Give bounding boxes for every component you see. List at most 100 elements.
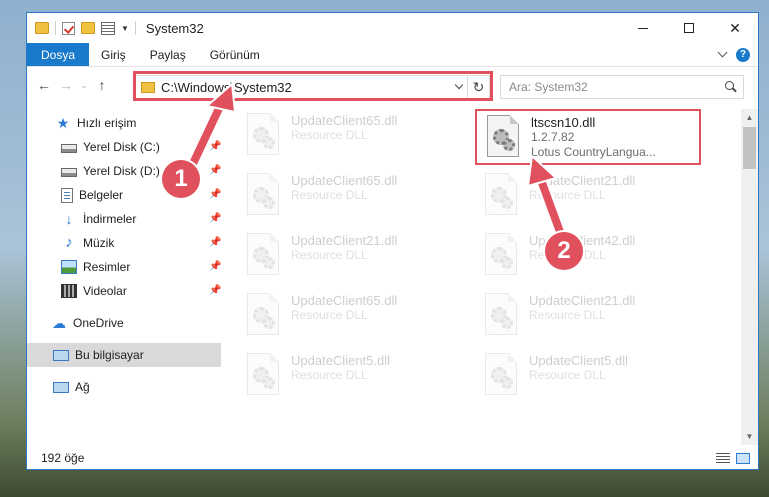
view-buttons: [716, 452, 758, 464]
search-input[interactable]: Ara: System32: [500, 75, 744, 99]
window-controls: ✕: [620, 13, 758, 43]
step-1-badge: 1: [162, 160, 200, 198]
scroll-up-arrow-icon[interactable]: ▲: [741, 109, 758, 126]
file-tile[interactable]: UpdateClient21.dll Resource DLL: [237, 229, 463, 285]
pin-icon[interactable]: 📌: [209, 285, 221, 297]
title-bar: ▼ System32 ✕: [27, 13, 758, 43]
minimize-button[interactable]: [620, 13, 666, 43]
file-tile[interactable]: UpdateClient42.dllResource DLL: [475, 229, 701, 285]
dll-file-icon: [243, 293, 283, 339]
scrollbar-thumb[interactable]: [743, 127, 756, 169]
pin-icon[interactable]: 📌: [209, 141, 221, 153]
sidebar-item-label: Videolar: [83, 284, 127, 298]
sidebar-item-label: Resimler: [83, 260, 131, 274]
sidebar-item-quick-access[interactable]: ★ Hızlı erişim: [55, 111, 221, 135]
item-count: 192 öğe: [41, 451, 85, 465]
sidebar-item-label: OneDrive: [73, 316, 124, 330]
dll-file-icon: [243, 233, 283, 279]
pictures-icon: [61, 260, 77, 274]
file-tile[interactable]: UpdateClient5.dll Resource DLL: [237, 349, 463, 405]
maximize-icon: [684, 23, 694, 33]
file-type: Resource DLL: [529, 368, 606, 382]
music-icon: ♪: [65, 234, 73, 251]
sidebar-item-local-disk-c[interactable]: Yerel Disk (C:) 📌: [61, 135, 221, 159]
sidebar-item-label: Hızlı erişim: [77, 116, 137, 130]
properties-icon[interactable]: [101, 21, 115, 35]
pin-icon[interactable]: 📌: [209, 261, 221, 273]
file-name: UpdateClient65.dll: [291, 113, 398, 128]
scroll-down-arrow-icon[interactable]: ▼: [741, 428, 758, 445]
tab-home[interactable]: Giriş: [89, 43, 138, 66]
sidebar-item-network[interactable]: Ağ: [53, 375, 221, 399]
customize-toolbar-arrow-icon[interactable]: ▼: [121, 24, 129, 33]
file-tile-ltscsn10[interactable]: ltscsn10.dll 1.2.7.82 Lotus CountryLangua.…: [475, 109, 701, 165]
file-name: UpdateClient65.dll: [291, 293, 398, 308]
star-icon: ★: [56, 115, 70, 131]
dll-file-icon: [243, 173, 283, 219]
vertical-scrollbar[interactable]: ▲ ▼: [741, 109, 758, 445]
new-folder-icon[interactable]: [81, 22, 95, 34]
dll-file-icon: [481, 173, 521, 219]
search-icon[interactable]: [719, 76, 743, 98]
expand-ribbon-chevron-icon[interactable]: [717, 47, 728, 58]
ribbon-right-controls: ?: [717, 43, 758, 66]
toolbar-divider: [55, 21, 56, 35]
download-icon: ↓: [65, 211, 73, 227]
back-arrow-icon[interactable]: ←: [33, 74, 55, 96]
file-tile[interactable]: UpdateClient65.dll Resource DLL: [237, 109, 463, 165]
sidebar-item-label: Yerel Disk (C:): [83, 140, 160, 154]
file-type: Resource DLL: [291, 188, 368, 202]
sidebar-item-videos[interactable]: Videolar 📌: [61, 279, 221, 303]
file-name: UpdateClient65.dll: [291, 173, 398, 188]
dll-file-icon: [483, 115, 523, 161]
file-name: UpdateClient21.dll: [291, 233, 398, 248]
pin-icon[interactable]: 📌: [209, 165, 221, 177]
forward-arrow-icon[interactable]: →: [55, 74, 77, 96]
tab-file[interactable]: Dosya: [27, 43, 90, 66]
help-icon[interactable]: ?: [736, 47, 750, 62]
properties-check-icon[interactable]: [62, 21, 75, 35]
close-button[interactable]: ✕: [712, 13, 758, 43]
sidebar-item-music[interactable]: ♪ Müzik 📌: [61, 231, 221, 255]
ribbon-tabs: Dosya Giriş Paylaş Görünüm ?: [27, 43, 758, 67]
minimize-icon: [638, 27, 648, 29]
tiles-view-icon[interactable]: [736, 452, 750, 464]
tab-view[interactable]: Görünüm: [198, 43, 272, 66]
file-tile[interactable]: UpdateClient65.dll Resource DLL: [237, 289, 463, 345]
quick-access-toolbar: ▼: [27, 21, 136, 35]
file-type: Resource DLL: [529, 308, 606, 322]
sidebar-item-pictures[interactable]: Resimler 📌: [61, 255, 221, 279]
sidebar-item-downloads[interactable]: ↓ İndirmeler 📌: [61, 207, 222, 231]
dll-file-icon: [481, 293, 521, 339]
up-arrow-icon[interactable]: ↑: [91, 74, 113, 96]
dll-file-icon: [481, 353, 521, 399]
file-tile[interactable]: UpdateClient21.dll Resource DLL: [475, 169, 701, 225]
sidebar-item-label: Müzik: [83, 236, 115, 250]
folder-icon[interactable]: [35, 22, 49, 34]
status-bar: 192 öğe: [27, 447, 758, 469]
file-tile[interactable]: UpdateClient65.dll Resource DLL: [237, 169, 463, 225]
maximize-button[interactable]: [666, 13, 712, 43]
dll-file-icon: [243, 113, 283, 159]
pin-icon[interactable]: 📌: [209, 237, 221, 249]
pin-icon[interactable]: 📌: [209, 213, 221, 225]
close-icon: ✕: [729, 19, 741, 36]
sidebar-item-label: Ağ: [75, 380, 90, 394]
sidebar-item-this-pc[interactable]: Bu bilgisayar: [27, 343, 221, 367]
details-view-icon[interactable]: [716, 452, 730, 464]
sidebar-item-onedrive[interactable]: ☁ OneDrive: [51, 311, 221, 335]
file-name: UpdateClient5.dll: [291, 353, 391, 368]
file-type: Resource DLL: [291, 128, 368, 142]
documents-icon: [61, 187, 73, 203]
file-name: ltscsn10.dll: [531, 115, 596, 130]
recent-locations-chevron-icon[interactable]: ⌄: [77, 74, 91, 96]
cloud-icon: ☁: [52, 315, 66, 331]
sidebar-item-label: Bu bilgisayar: [75, 348, 144, 362]
sidebar-item-label: Yerel Disk (D:): [83, 164, 160, 178]
file-tile[interactable]: UpdateClient5.dll Resource DLL: [475, 349, 701, 405]
file-type: Resource DLL: [291, 308, 368, 322]
tab-share[interactable]: Paylaş: [138, 43, 198, 66]
pin-icon[interactable]: 📌: [209, 189, 221, 201]
file-tile[interactable]: UpdateClient21.dll Resource DLL: [475, 289, 701, 345]
step-2-badge: 2: [545, 232, 583, 270]
